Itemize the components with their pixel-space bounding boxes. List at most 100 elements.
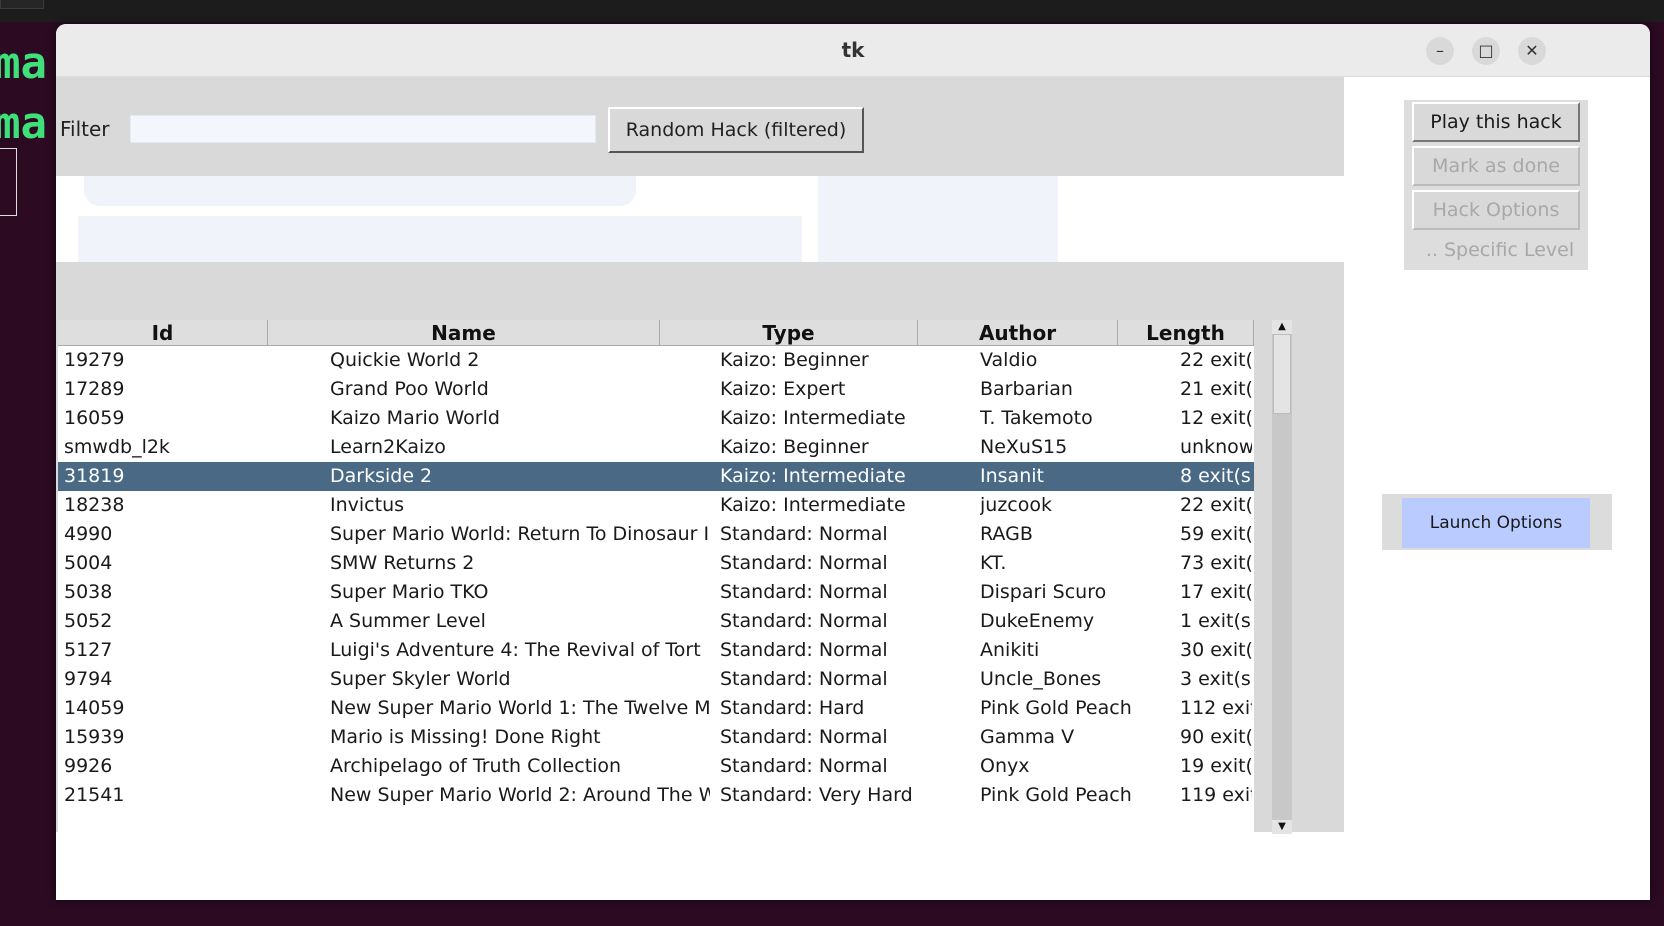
table-row[interactable]: 21541 New Super Mario World 2: Around The… bbox=[58, 781, 1254, 810]
title-bar[interactable]: tk – □ ✕ bbox=[56, 24, 1650, 77]
play-hack-button[interactable]: Play this hack bbox=[1412, 102, 1580, 142]
cell-author: RAGB bbox=[980, 523, 1033, 545]
ghost-panel bbox=[78, 216, 802, 262]
cell-length: 22 exit(s) bbox=[1180, 494, 1252, 516]
cell-id: 19279 bbox=[64, 349, 125, 371]
table-row[interactable]: 9926 Archipelago of Truth Collection Stand… bbox=[58, 752, 1254, 781]
filter-label: Filter bbox=[60, 117, 110, 141]
cell-type: Kaizo: Intermediate bbox=[720, 407, 906, 429]
cell-name: A Summer Level bbox=[330, 610, 486, 632]
background-terminal-line: ma bbox=[0, 98, 47, 149]
action-panel: Play this hack Mark as done Hack Options… bbox=[1404, 100, 1588, 270]
table-header: Id Name Type Author Length bbox=[58, 320, 1254, 346]
cell-id: smwdb_l2k bbox=[64, 436, 170, 458]
cell-type: Standard: Normal bbox=[720, 726, 888, 748]
cell-author: Barbarian bbox=[980, 378, 1073, 400]
column-header-type[interactable]: Type bbox=[660, 320, 918, 346]
table-row[interactable]: 9794 Super Skyler World Standard: Normal Un… bbox=[58, 665, 1254, 694]
launch-options-button[interactable]: Launch Options bbox=[1402, 498, 1590, 548]
table-row[interactable]: 19279 Quickie World 2 Kaizo: Beginner Valdi… bbox=[58, 346, 1254, 375]
cell-name: SMW Returns 2 bbox=[330, 552, 475, 574]
cell-id: 9794 bbox=[64, 668, 113, 690]
minimize-button[interactable]: – bbox=[1426, 37, 1454, 65]
table-row[interactable]: 5127 Luigi's Adventure 4: The Revival of … bbox=[58, 636, 1254, 665]
table-row[interactable]: 17289 Grand Poo World Kaizo: Expert Barbari… bbox=[58, 375, 1254, 404]
filter-input[interactable] bbox=[130, 115, 596, 143]
mark-done-button[interactable]: Mark as done bbox=[1412, 146, 1580, 186]
scroll-down-icon[interactable]: ▼ bbox=[1272, 820, 1292, 834]
cell-id: 5127 bbox=[64, 639, 113, 661]
cell-id: 5052 bbox=[64, 610, 113, 632]
cell-id: 9926 bbox=[64, 755, 113, 777]
background-window-edge bbox=[0, 148, 17, 216]
scroll-up-icon[interactable]: ▲ bbox=[1272, 320, 1292, 334]
scroll-thumb[interactable] bbox=[1273, 334, 1291, 414]
cell-id: 5038 bbox=[64, 581, 113, 603]
cell-type: Kaizo: Intermediate bbox=[720, 465, 906, 487]
maximize-button[interactable]: □ bbox=[1472, 37, 1500, 65]
cell-author: KT. bbox=[980, 552, 1007, 574]
table-row[interactable]: 16059 Kaizo Mario World Kaizo: Intermediat… bbox=[58, 404, 1254, 433]
hack-table: Id Name Type Author Length 19279 Quickie … bbox=[58, 320, 1254, 834]
cell-type: Standard: Hard bbox=[720, 697, 865, 719]
cell-name: Super Mario World: Return To Dinosaur I bbox=[330, 523, 710, 545]
cell-type: Standard: Normal bbox=[720, 755, 888, 777]
scroll-trough[interactable] bbox=[1272, 334, 1292, 820]
hack-options-button[interactable]: Hack Options bbox=[1412, 190, 1580, 230]
table-row[interactable]: 5052 A Summer Level Standard: Normal DukeEn… bbox=[58, 607, 1254, 636]
table-row[interactable]: 5004 SMW Returns 2 Standard: Normal KT. 73 e… bbox=[58, 549, 1254, 578]
cell-author: T. Takemoto bbox=[980, 407, 1093, 429]
cell-author: Valdio bbox=[980, 349, 1038, 371]
cell-id: 17289 bbox=[64, 378, 125, 400]
cell-length: 30 exit(s) bbox=[1180, 639, 1252, 661]
table-row[interactable]: 4990 Super Mario World: Return To Dinosau… bbox=[58, 520, 1254, 549]
table-scrollbar[interactable]: ▲ ▼ bbox=[1272, 320, 1292, 834]
cell-type: Kaizo: Expert bbox=[720, 378, 846, 400]
desktop-tab bbox=[0, 0, 44, 9]
cell-author: Onyx bbox=[980, 755, 1030, 777]
cell-type: Standard: Normal bbox=[720, 523, 888, 545]
cell-type: Standard: Very Hard bbox=[720, 784, 913, 806]
column-header-name[interactable]: Name bbox=[268, 320, 660, 346]
cell-length: 119 exit(s) bbox=[1180, 784, 1252, 806]
column-header-length[interactable]: Length bbox=[1118, 320, 1254, 346]
ghost-panel bbox=[818, 176, 1058, 262]
table-row[interactable]: smwdb_l2k Learn2Kaizo Kaizo: Beginner NeXuS… bbox=[58, 433, 1254, 462]
cell-length: 112 exit(s) bbox=[1180, 697, 1252, 719]
table-row[interactable]: 18238 Invictus Kaizo: Intermediate juzcook 2… bbox=[58, 491, 1254, 520]
cell-author: Uncle_Bones bbox=[980, 668, 1102, 690]
cell-type: Standard: Normal bbox=[720, 610, 888, 632]
cell-author: Anikiti bbox=[980, 639, 1040, 661]
cell-id: 16059 bbox=[64, 407, 125, 429]
random-hack-button[interactable]: Random Hack (filtered) bbox=[608, 107, 864, 153]
table-body: 19279 Quickie World 2 Kaizo: Beginner Valdi… bbox=[58, 346, 1254, 810]
column-header-author[interactable]: Author bbox=[918, 320, 1118, 346]
cell-length: 1 exit(s) bbox=[1180, 610, 1252, 632]
table-row[interactable]: 5038 Super Mario TKO Standard: Normal Dispa… bbox=[58, 578, 1254, 607]
cell-id: 4990 bbox=[64, 523, 113, 545]
specific-level-button[interactable]: .. Specific Level bbox=[1412, 233, 1588, 267]
cell-length: 21 exit(s) bbox=[1180, 378, 1252, 400]
cell-name: Luigi's Adventure 4: The Revival of Tort bbox=[330, 639, 701, 661]
cell-type: Standard: Normal bbox=[720, 581, 888, 603]
cell-id: 31819 bbox=[64, 465, 125, 487]
window-title: tk bbox=[841, 38, 865, 62]
cell-author: Pink Gold Peach bbox=[980, 697, 1132, 719]
cell-name: Quickie World 2 bbox=[330, 349, 480, 371]
cell-length: unknown bbox=[1180, 436, 1252, 458]
cell-type: Kaizo: Intermediate bbox=[720, 494, 906, 516]
cell-length: 73 exit(s) bbox=[1180, 552, 1252, 574]
cell-name: Kaizo Mario World bbox=[330, 407, 500, 429]
table-row[interactable]: 15939 Mario is Missing! Done Right Standar… bbox=[58, 723, 1254, 752]
cell-length: 8 exit(s) bbox=[1180, 465, 1252, 487]
cell-type: Kaizo: Beginner bbox=[720, 436, 869, 458]
column-header-id[interactable]: Id bbox=[58, 320, 268, 346]
table-row[interactable]: 14059 New Super Mario World 1: The Twelve… bbox=[58, 694, 1254, 723]
cell-length: 12 exit(s) bbox=[1180, 407, 1252, 429]
cell-author: Gamma V bbox=[980, 726, 1075, 748]
background-terminal-line: ma bbox=[0, 38, 47, 89]
filter-bar: Filter Random Hack (filtered) bbox=[56, 77, 1344, 176]
cell-length: 90 exit(s) bbox=[1180, 726, 1252, 748]
close-button[interactable]: ✕ bbox=[1518, 37, 1546, 65]
table-row[interactable]: 31819 Darkside 2 Kaizo: Intermediate Insani… bbox=[58, 462, 1254, 491]
